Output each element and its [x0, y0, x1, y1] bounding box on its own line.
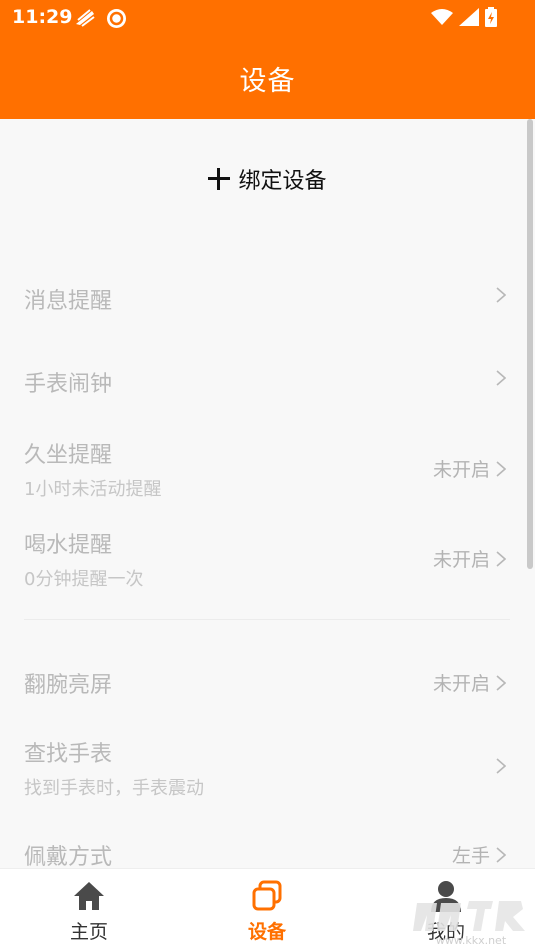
device-content[interactable]: 绑定设备 消息提醒 手表闹钟 久坐提醒 1小时未活动提醒 未开启 喝水提醒 0分… — [0, 119, 535, 868]
setting-value: 未开启 — [432, 459, 490, 481]
device-icon — [252, 880, 282, 911]
sync-icon — [107, 9, 126, 28]
page-title: 设备 — [239, 66, 296, 97]
setting-find-watch[interactable]: 查找手表 找到手表时，手表震动 — [24, 736, 510, 800]
chevron-right-icon — [496, 550, 506, 567]
setting-watch-alarm[interactable]: 手表闹钟 — [24, 366, 510, 406]
battery-icon — [485, 7, 497, 27]
bottom-tab-bar: 主页 设备 我的 www.kkx.net — [0, 868, 535, 951]
setting-wear-mode[interactable]: 佩戴方式 左手 — [24, 839, 510, 868]
notification-app-icon — [76, 9, 95, 27]
section-divider — [24, 619, 510, 620]
watermark-text: www.kkx.net — [436, 934, 507, 947]
setting-value: 未开启 — [432, 673, 490, 695]
watermark-logo: www.kkx.net — [413, 901, 525, 947]
home-icon — [74, 882, 104, 910]
chevron-right-icon — [496, 370, 506, 386]
wifi-icon — [431, 9, 453, 25]
setting-sedentary-reminder[interactable]: 久坐提醒 1小时未活动提醒 未开启 — [24, 437, 510, 501]
status-time: 11:29 — [12, 6, 73, 28]
status-indicators — [431, 7, 497, 27]
setting-value: 未开启 — [432, 549, 490, 571]
chevron-right-icon — [496, 674, 506, 691]
setting-label: 佩戴方式 — [24, 845, 113, 868]
chevron-right-icon — [496, 460, 506, 477]
setting-label: 手表闹钟 — [24, 372, 113, 397]
setting-label: 查找手表 — [24, 742, 113, 767]
setting-label: 消息提醒 — [24, 289, 113, 314]
chevron-right-icon — [496, 846, 506, 863]
chevron-right-icon — [496, 758, 506, 774]
signal-icon — [459, 8, 479, 26]
setting-message-reminder[interactable]: 消息提醒 — [24, 283, 510, 323]
tab-label: 主页 — [69, 921, 108, 943]
tab-label: 设备 — [247, 921, 286, 943]
chevron-right-icon — [496, 287, 506, 303]
app-header: 11:29 设备 — [0, 0, 535, 119]
setting-wrist-raise[interactable]: 翻腕亮屏 未开启 — [24, 667, 510, 707]
setting-value: 左手 — [451, 845, 490, 867]
setting-water-reminder[interactable]: 喝水提醒 0分钟提醒一次 未开启 — [24, 527, 510, 591]
status-bar: 11:29 — [0, 0, 535, 36]
plus-icon — [208, 168, 231, 190]
bind-device-label: 绑定设备 — [238, 169, 327, 194]
tab-device[interactable]: 设备 — [207, 879, 327, 944]
bind-device-button[interactable]: 绑定设备 — [0, 163, 535, 195]
setting-sublabel: 找到手表时，手表震动 — [24, 778, 204, 799]
tab-home[interactable]: 主页 — [29, 879, 149, 944]
